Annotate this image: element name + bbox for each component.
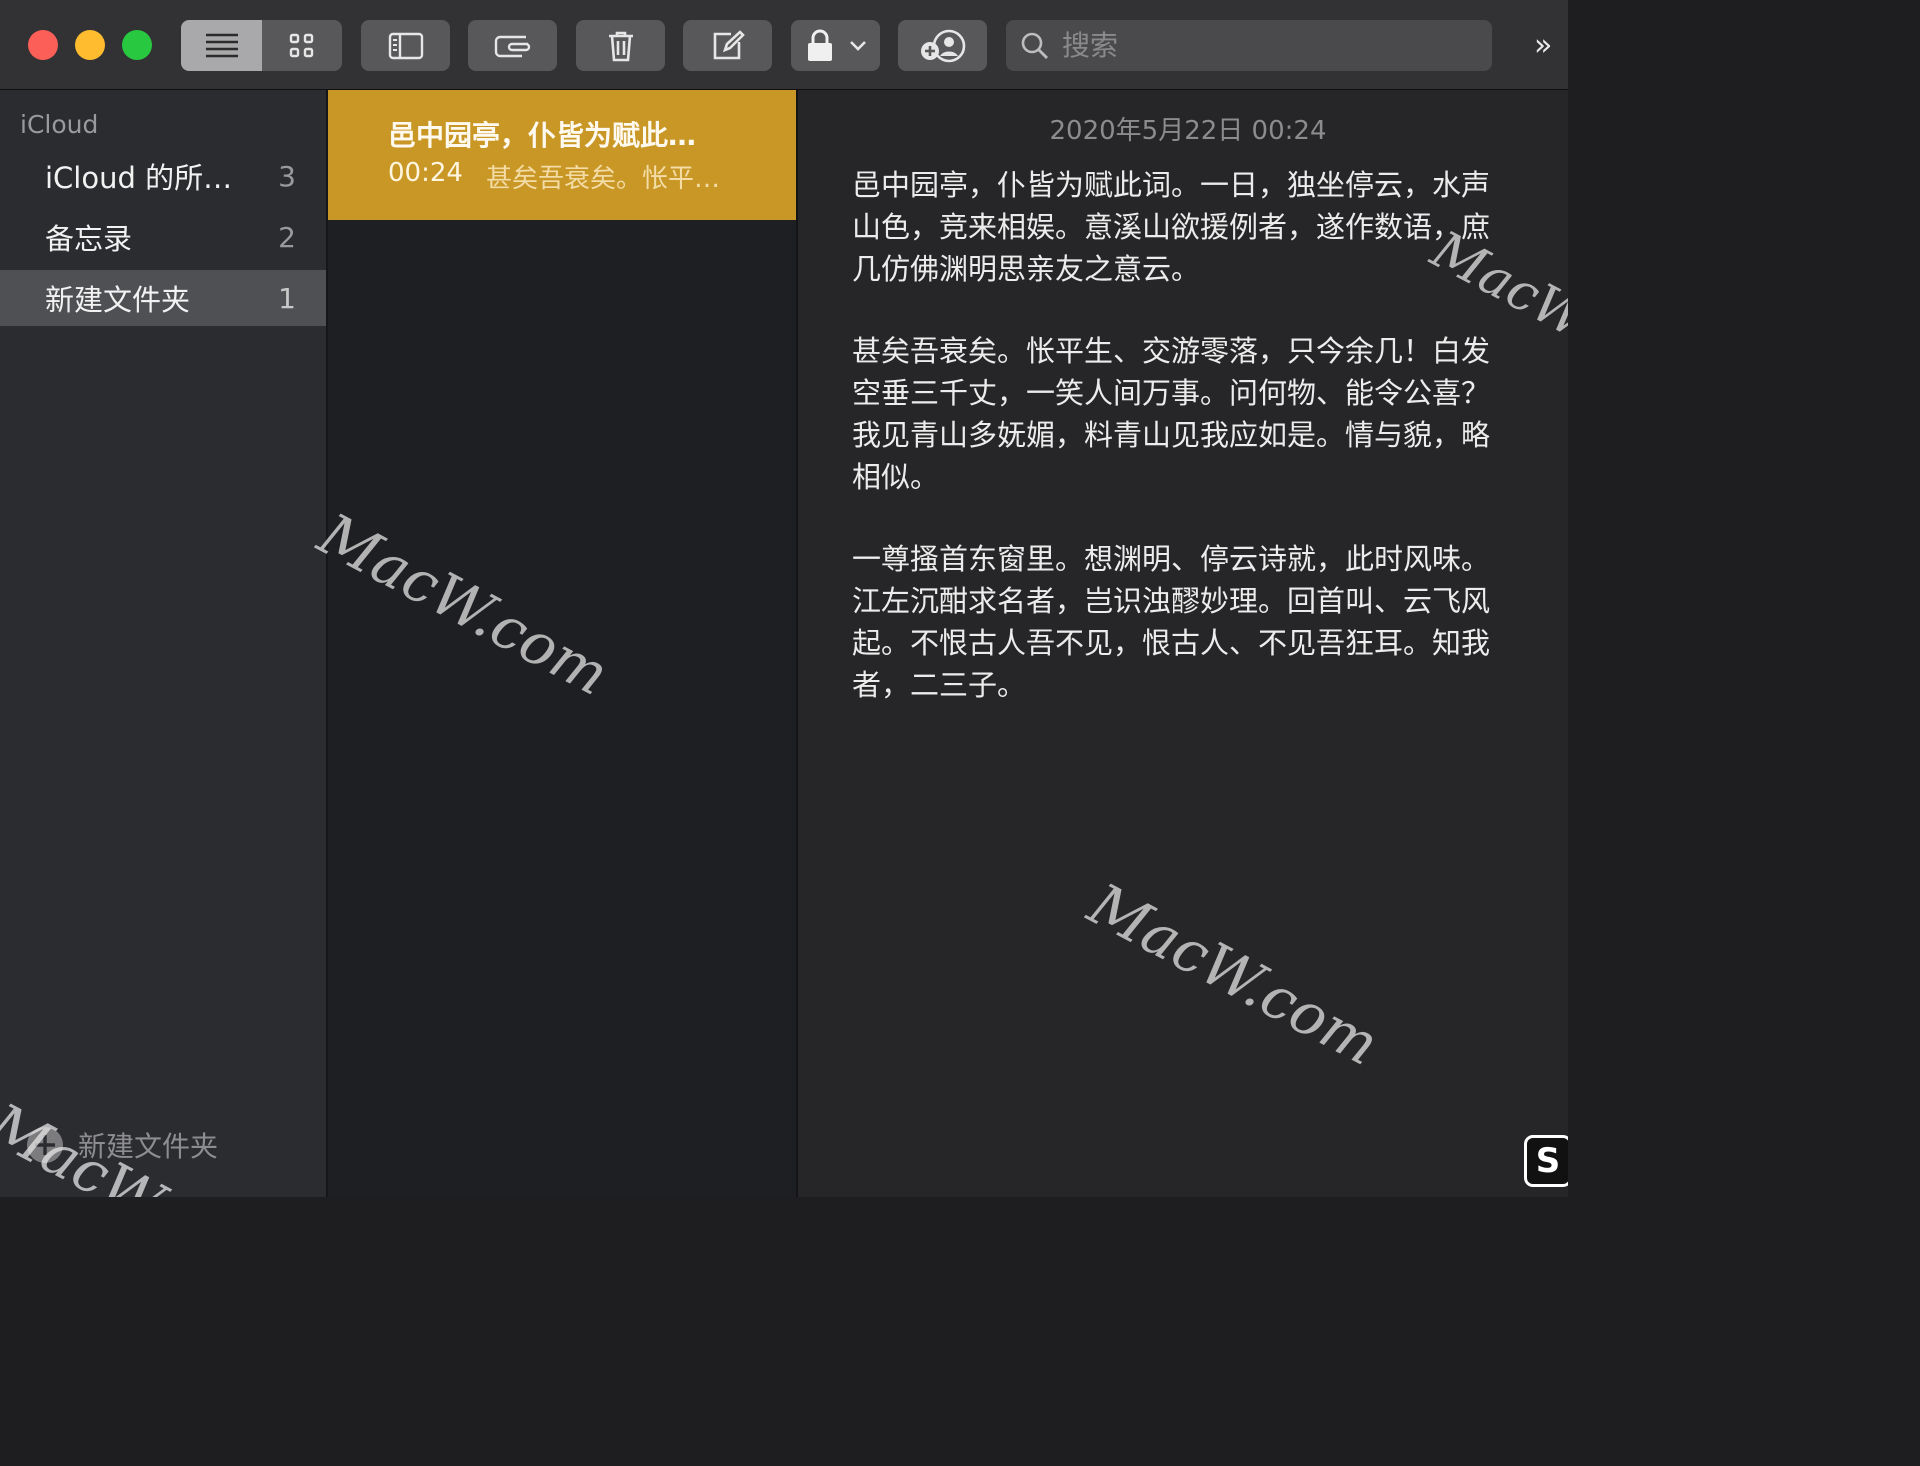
folder-label: 新建文件夹 bbox=[45, 283, 191, 317]
attachments-button[interactable] bbox=[468, 20, 557, 71]
notes-list: 邑中园亭，仆皆为赋此… 00:24 甚矣吾衰矣。怅平… bbox=[328, 90, 798, 1197]
note-body[interactable]: 邑中园亭，仆皆为赋此词。一日，独坐停云，水声山色，竞来相娱。意溪山欲援例者，遂作… bbox=[852, 164, 1512, 746]
add-people-button[interactable] bbox=[898, 20, 987, 71]
folder-count: 1 bbox=[278, 281, 296, 315]
search-input[interactable] bbox=[1060, 28, 1464, 63]
note-title: 邑中园亭，仆皆为赋此… bbox=[388, 119, 697, 152]
list-view-icon bbox=[205, 33, 238, 57]
plus-circle-icon bbox=[27, 1127, 63, 1163]
new-note-button[interactable] bbox=[683, 20, 772, 71]
attachments-icon bbox=[494, 35, 530, 57]
folders-sidebar: iCloud iCloud 的所… 3 备忘录 2 新建文件夹 1 新建文件夹 bbox=[0, 90, 328, 1197]
folder-label: iCloud 的所… bbox=[45, 161, 233, 195]
toolbar: » bbox=[0, 0, 1568, 90]
add-people-icon bbox=[920, 29, 965, 62]
folder-count: 3 bbox=[278, 159, 296, 193]
lock-note-button[interactable] bbox=[791, 20, 880, 71]
folder-count: 2 bbox=[278, 220, 296, 254]
gallery-view-button[interactable] bbox=[262, 20, 342, 71]
chevron-down-icon bbox=[849, 40, 866, 51]
new-folder-button[interactable]: 新建文件夹 bbox=[26, 1125, 218, 1165]
section-title-icloud: iCloud bbox=[20, 110, 99, 139]
note-snippet: 甚矣吾衰矣。怅平… bbox=[486, 164, 721, 194]
sidebar-item-all-icloud[interactable]: iCloud 的所… 3 bbox=[0, 148, 326, 204]
trash-icon bbox=[608, 31, 633, 61]
sidebar-toggle-icon bbox=[388, 32, 423, 59]
note-editor[interactable]: 2020年5月22日 00:24 邑中园亭，仆皆为赋此词。一日，独坐停云，水声山… bbox=[798, 90, 1568, 1197]
note-paragraph[interactable]: 邑中园亭，仆皆为赋此词。一日，独坐停云，水声山色，竞来相娱。意溪山欲援例者，遂作… bbox=[852, 164, 1512, 290]
close-window-button[interactable] bbox=[28, 30, 58, 60]
minimize-window-button[interactable] bbox=[75, 30, 105, 60]
lock-icon bbox=[807, 29, 832, 61]
new-folder-label: 新建文件夹 bbox=[78, 1130, 219, 1163]
compose-icon bbox=[713, 29, 745, 59]
toolbar-overflow-button[interactable]: » bbox=[1534, 28, 1552, 63]
maximize-window-button[interactable] bbox=[122, 30, 152, 60]
delete-note-button[interactable] bbox=[576, 20, 665, 71]
note-paragraph[interactable]: 一尊搔首东窗里。想渊明、停云诗就，此时风味。江左沉酣求名者，岂识浊醪妙理。回首叫… bbox=[852, 538, 1512, 706]
search-icon bbox=[1021, 32, 1048, 59]
gallery-view-icon bbox=[289, 33, 314, 57]
note-date: 2020年5月22日 00:24 bbox=[1049, 116, 1327, 146]
notes-window: » iCloud iCloud 的所… 3 备忘录 2 新建文件夹 1 新建文件… bbox=[0, 0, 1568, 1197]
sidebar-item-notes[interactable]: 备忘录 2 bbox=[0, 209, 326, 265]
list-view-button[interactable] bbox=[181, 20, 262, 71]
sidebar-toggle-button[interactable] bbox=[361, 20, 450, 71]
note-paragraph[interactable]: 甚矣吾衰矣。怅平生、交游零落，只今余几！白发空垂三千丈，一笑人间万事。问何物、能… bbox=[852, 330, 1512, 498]
note-time: 00:24 bbox=[388, 158, 463, 188]
sidebar-item-new-folder[interactable]: 新建文件夹 1 bbox=[0, 270, 326, 326]
search-field[interactable] bbox=[1006, 20, 1492, 71]
list-item[interactable]: 邑中园亭，仆皆为赋此… 00:24 甚矣吾衰矣。怅平… bbox=[328, 90, 796, 220]
folder-label: 备忘录 bbox=[45, 222, 133, 256]
app-badge-icon: S bbox=[1524, 1135, 1568, 1187]
